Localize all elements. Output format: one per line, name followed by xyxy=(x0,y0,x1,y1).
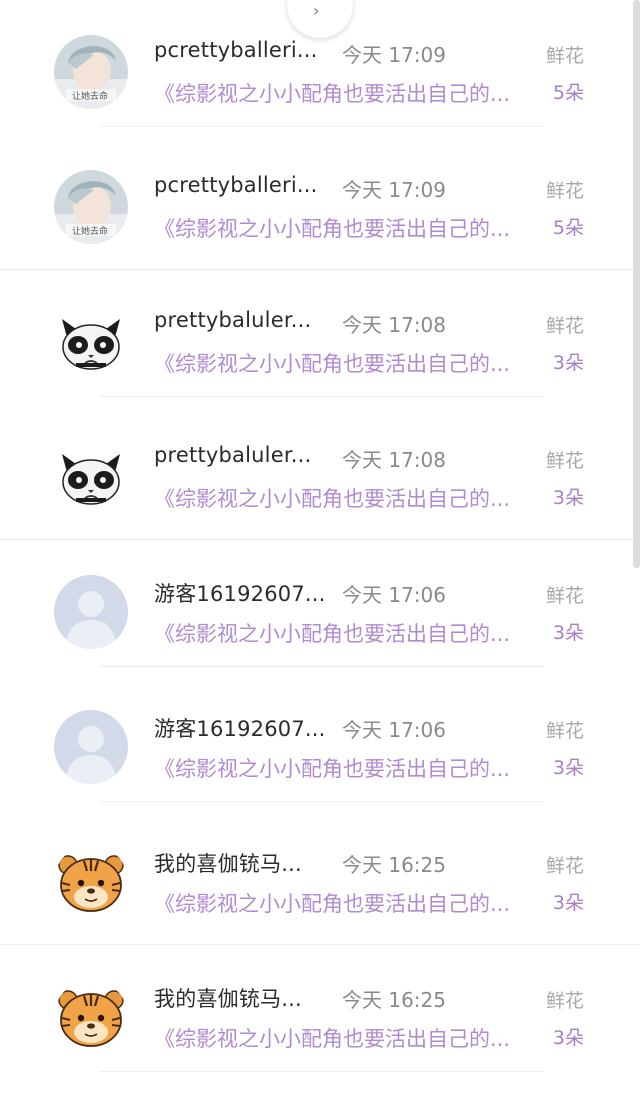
list-item[interactable]: 游客16192607... 今天 17:06 鲜花 《综影视之小小配角也要活出自… xyxy=(0,540,640,675)
scrollbar[interactable] xyxy=(633,0,640,568)
gift-count: 3朵 xyxy=(552,352,584,374)
book-title-link[interactable]: 《综影视之小小配角也要活出自己的... xyxy=(154,888,534,918)
book-title-link[interactable]: 《综影视之小小配角也要活出自己的... xyxy=(154,348,534,378)
user-name[interactable]: prettybaluler... xyxy=(154,443,324,467)
avatar[interactable] xyxy=(54,440,128,514)
gift-type-label: 鲜花 xyxy=(545,315,584,337)
user-name[interactable]: 我的喜伽铳马... xyxy=(154,983,324,1013)
avatar[interactable] xyxy=(54,845,128,919)
svg-text:让她去命: 让她去命 xyxy=(72,90,108,102)
user-name[interactable]: 游客16192607... xyxy=(154,578,324,608)
avatar[interactable] xyxy=(54,710,128,784)
list-item[interactable]: 我的喜伽铳马... 今天 16:25 鲜花 《综影视之小小配角也要活出自己的..… xyxy=(0,945,640,1080)
gift-count: 3朵 xyxy=(552,757,584,779)
book-title-link[interactable]: 《综影视之小小配角也要活出自己的... xyxy=(154,1023,534,1053)
gift-count: 3朵 xyxy=(552,487,584,509)
gift-count: 3朵 xyxy=(552,622,584,644)
gift-type-label: 鲜花 xyxy=(545,180,584,202)
panda-avatar-icon xyxy=(54,305,128,379)
gift-type-label: 鲜花 xyxy=(545,45,584,67)
gift-type-label: 鲜花 xyxy=(545,585,584,607)
book-title-link[interactable]: 《综影视之小小配角也要活出自己的... xyxy=(154,213,534,243)
book-title-link[interactable]: 《综影视之小小配角也要活出自己的... xyxy=(154,78,534,108)
user-name[interactable]: pcrettyballeri... xyxy=(154,38,324,62)
avatar[interactable] xyxy=(54,575,128,649)
default-avatar-icon xyxy=(54,575,128,649)
list-item[interactable]: 让她去命 pcrettyballeri... 今天 17:09 鲜花 《综影视之… xyxy=(0,135,640,270)
avatar[interactable] xyxy=(54,305,128,379)
book-title-link[interactable]: 《综影视之小小配角也要活出自己的... xyxy=(154,618,534,648)
avatar[interactable]: 让她去命 xyxy=(54,35,128,109)
panda-avatar-icon xyxy=(54,440,128,514)
divider xyxy=(100,1071,544,1072)
book-title-link[interactable]: 《综影视之小小配角也要活出自己的... xyxy=(154,483,534,513)
tiger-avatar-icon xyxy=(54,980,128,1054)
gift-type-label: 鲜花 xyxy=(545,990,584,1012)
divider xyxy=(100,126,544,127)
list-item[interactable]: prettybaluler... 今天 17:08 鲜花 《综影视之小小配角也要… xyxy=(0,270,640,405)
user-name[interactable]: 我的喜伽铳马... xyxy=(154,848,324,878)
gift-type-label: 鲜花 xyxy=(545,720,584,742)
divider xyxy=(100,801,544,802)
list-item[interactable]: prettybaluler... 今天 17:08 鲜花 《综影视之小小配角也要… xyxy=(0,405,640,540)
avatar[interactable]: 让她去命 xyxy=(54,170,128,244)
svg-text:让她去命: 让她去命 xyxy=(72,225,108,237)
user-name[interactable]: pcrettyballeri... xyxy=(154,173,324,197)
pull-indicator-icon: › xyxy=(313,1,320,20)
user-name[interactable]: prettybaluler... xyxy=(154,308,324,332)
gift-type-label: 鲜花 xyxy=(545,855,584,877)
list-item[interactable]: 我的喜伽铳马... 今天 16:25 鲜花 《综影视之小小配角也要活出自己的..… xyxy=(0,810,640,945)
timestamp: 今天 17:06 xyxy=(342,718,446,742)
timestamp: 今天 17:09 xyxy=(342,178,446,202)
gift-count: 3朵 xyxy=(552,892,584,914)
timestamp: 今天 17:09 xyxy=(342,43,446,67)
user-name[interactable]: 游客16192607... xyxy=(154,713,324,743)
gift-count: 5朵 xyxy=(552,82,584,104)
avatar[interactable] xyxy=(54,980,128,1054)
gift-count: 3朵 xyxy=(552,1027,584,1049)
tiger-avatar-icon xyxy=(54,845,128,919)
divider xyxy=(100,666,544,667)
gift-record-list: 让她去命 pcrettyballeri... 今天 17:09 鲜花 《综影视之… xyxy=(0,0,640,1080)
gift-count: 5朵 xyxy=(552,217,584,239)
gift-type-label: 鲜花 xyxy=(545,450,584,472)
list-item[interactable]: 游客16192607... 今天 17:06 鲜花 《综影视之小小配角也要活出自… xyxy=(0,675,640,810)
book-title-link[interactable]: 《综影视之小小配角也要活出自己的... xyxy=(154,753,534,783)
timestamp: 今天 16:25 xyxy=(342,988,446,1012)
divider xyxy=(100,396,544,397)
photo-avatar-icon: 让她去命 xyxy=(54,170,128,244)
timestamp: 今天 17:08 xyxy=(342,448,446,472)
timestamp: 今天 16:25 xyxy=(342,853,446,877)
default-avatar-icon xyxy=(54,710,128,784)
photo-avatar-icon: 让她去命 xyxy=(54,35,128,109)
timestamp: 今天 17:08 xyxy=(342,313,446,337)
timestamp: 今天 17:06 xyxy=(342,583,446,607)
